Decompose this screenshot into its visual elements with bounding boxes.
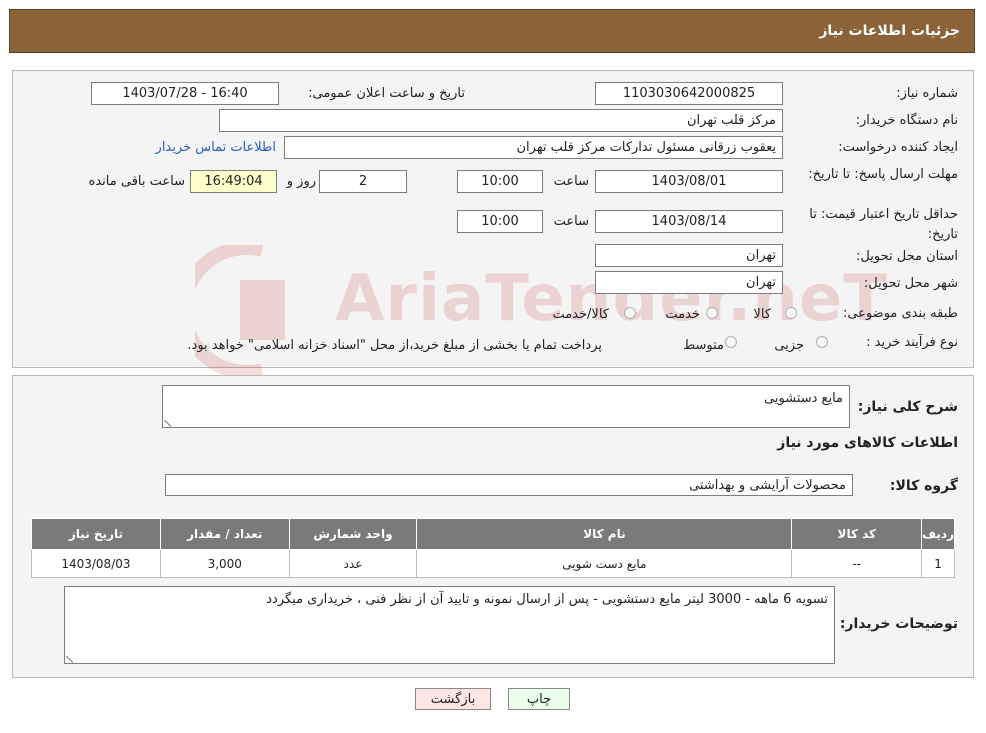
cell-code: -- — [791, 549, 923, 578]
requester-field: یعقوب زرقانی مسئول تدارکات مرکز قلب تهرا… — [284, 136, 783, 159]
goods-info-title: اطلاعات کالاهای مورد نیاز — [777, 435, 958, 451]
remaining-days-field: 2 — [319, 170, 407, 193]
reply-time-label: ساعت — [553, 174, 589, 189]
cell-name: مایع دست شویی — [416, 549, 793, 578]
col-unit: واحد شمارش — [288, 518, 418, 550]
announce-datetime-label: تاریخ و ساعت اعلان عمومی: — [308, 86, 465, 101]
announce-datetime-field: 1403/07/28 - 16:40 — [91, 82, 279, 105]
remaining-time-field: 16:49:04 — [190, 170, 277, 193]
category-goods-radio[interactable] — [785, 307, 797, 319]
cell-date: 1403/08/03 — [31, 549, 161, 578]
print-button[interactable]: چاپ — [508, 688, 570, 710]
page-title: جزئیات اطلاعات نیاز — [819, 23, 960, 39]
price-date-field: 1403/08/14 — [595, 210, 783, 233]
price-time-label: ساعت — [553, 214, 589, 229]
goods-group-field: محصولات آرایشی و بهداشتی — [165, 474, 853, 496]
goods-table-header: ردیف کد کالا نام کالا واحد شمارش تعداد /… — [31, 518, 955, 550]
reply-time-field: 10:00 — [457, 170, 543, 193]
buyer-org-label: نام دستگاه خریدار: — [855, 113, 958, 128]
process-medium-radio[interactable] — [725, 336, 737, 348]
watermark-logo — [177, 241, 330, 379]
process-medium-label: متوسط — [683, 338, 724, 353]
province-label: استان محل تحویل: — [856, 249, 958, 264]
process-minor-label: جزیی — [774, 338, 804, 353]
category-service-label: خدمت — [665, 307, 700, 322]
price-time-field: 10:00 — [457, 210, 543, 233]
need-number-label: شماره نیاز: — [896, 86, 958, 101]
category-goods-service-radio[interactable] — [624, 307, 636, 319]
buyer-org-field: مرکز قلب تهران — [219, 109, 783, 132]
province-field: تهران — [595, 244, 783, 267]
description-label: شرح کلی نیاز: — [857, 399, 958, 415]
page-header: جزئیات اطلاعات نیاز — [9, 9, 975, 53]
col-quantity: تعداد / مقدار — [159, 518, 290, 550]
table-row: 1 -- مایع دست شویی عدد 3,000 1403/08/03 — [31, 549, 955, 578]
col-row: ردیف — [921, 518, 955, 550]
need-number-field: 1103030642000825 — [595, 82, 783, 105]
city-label: شهر محل تحویل: — [863, 276, 958, 291]
category-service-radio[interactable] — [706, 307, 718, 319]
days-label: روز و — [286, 174, 316, 189]
remaining-time-label: ساعت باقی مانده — [88, 174, 185, 189]
category-goods-label: کالا — [753, 307, 771, 322]
cell-unit: عدد — [288, 549, 418, 578]
goods-table: ردیف کد کالا نام کالا واحد شمارش تعداد /… — [31, 518, 955, 578]
cell-quantity: 3,000 — [159, 549, 290, 578]
reply-deadline-label: مهلت ارسال پاسخ: تا تاریخ: — [808, 167, 958, 182]
buyer-notes-field: تسویه 6 ماهه - 3000 لیتر مایع دستشویی - … — [64, 586, 835, 664]
buyer-contact-link[interactable]: اطلاعات تماس خریدار — [156, 140, 276, 155]
category-label: طبقه بندی موضوعی: — [842, 306, 958, 321]
description-field: مایع دستشویی — [162, 385, 850, 428]
col-name: نام کالا — [416, 518, 793, 550]
col-date: تاریخ نیاز — [31, 518, 161, 550]
back-button[interactable]: بازگشت — [415, 688, 491, 710]
process-type-label: نوع فرآیند خرید : — [866, 335, 958, 350]
process-minor-radio[interactable] — [816, 336, 828, 348]
goods-group-label: گروه کالا: — [889, 478, 958, 494]
col-code: کد کالا — [791, 518, 923, 550]
requester-label: ایجاد کننده درخواست: — [838, 140, 958, 155]
reply-date-field: 1403/08/01 — [595, 170, 783, 193]
price-validity-label: حداقل تاریخ اعتبار قیمت: تا تاریخ: — [809, 207, 958, 242]
city-field: تهران — [595, 271, 783, 294]
buyer-notes-label: توضیحات خریدار: — [839, 616, 958, 632]
treasury-note: پرداخت تمام یا بخشی از مبلغ خرید،از محل … — [187, 338, 602, 353]
category-goods-service-label: کالا/خدمت — [552, 307, 609, 322]
cell-row: 1 — [921, 549, 955, 578]
